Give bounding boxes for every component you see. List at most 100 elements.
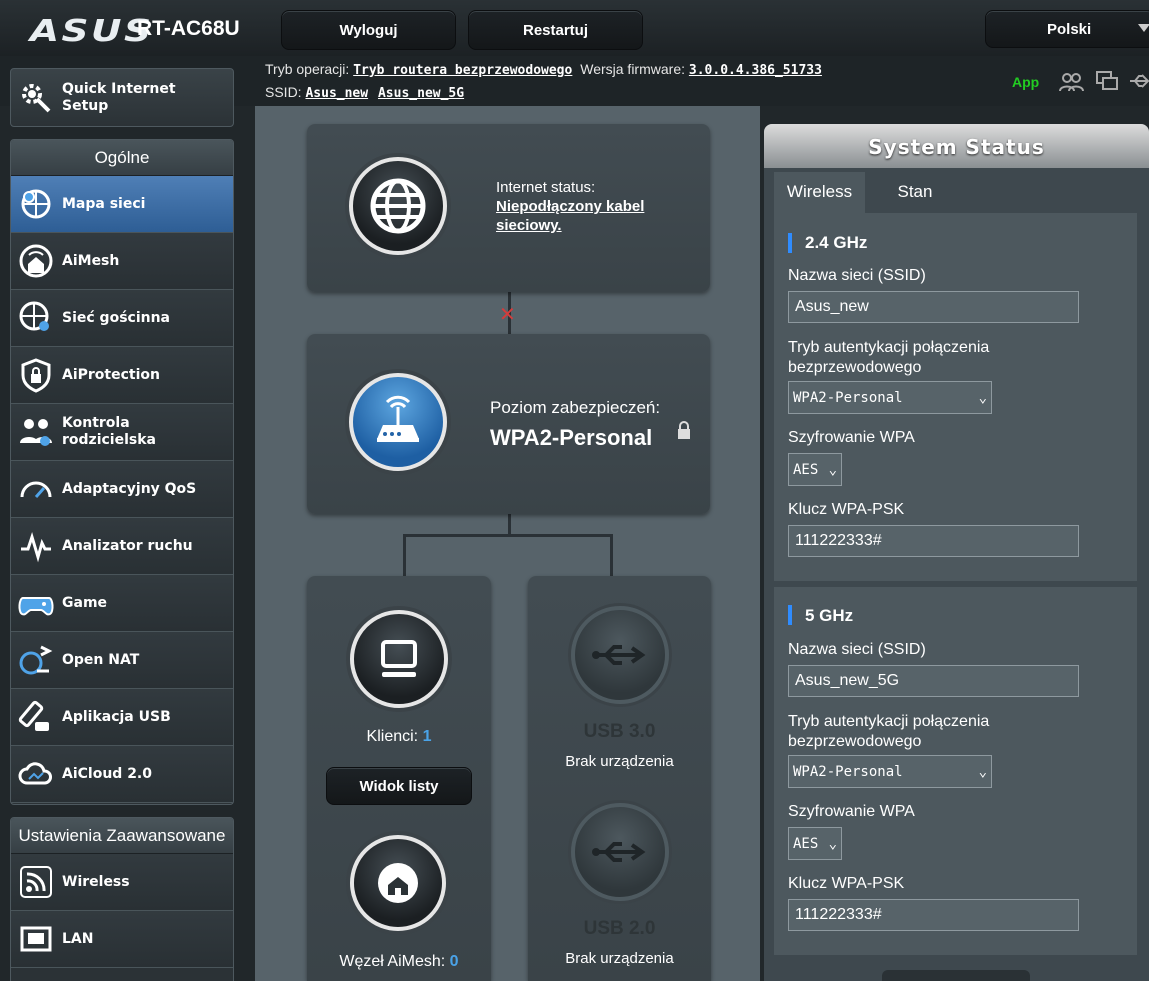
operation-mode-link[interactable]: Tryb routera bezprzewodowego xyxy=(353,63,572,78)
internet-card[interactable]: Internet status: Niepodłączony kabel sie… xyxy=(307,124,710,292)
usb2-status: Brak urządzenia xyxy=(565,950,674,967)
sidebar-item-label: AiCloud 2.0 xyxy=(62,765,152,782)
asus-logo: ASUS xyxy=(30,14,154,49)
firmware-label: Wersja firmware: xyxy=(580,61,685,77)
key-5-label: Klucz WPA-PSK xyxy=(788,875,905,892)
sidebar-item-analizator-ruchu[interactable]: Analizator ruchu xyxy=(11,518,233,575)
auth-24-value: WPA2-Personal xyxy=(793,389,903,406)
usb3-status: Brak urządzenia xyxy=(565,753,674,770)
globe-icon xyxy=(349,157,447,255)
key-5-field[interactable]: 111222333# xyxy=(788,899,1079,931)
firmware-version-link[interactable]: 3.0.0.4.386_51733 xyxy=(689,63,822,78)
auth-5-select[interactable]: WPA2-Personal ⌄ xyxy=(788,755,992,788)
ssid-5-label: Nazwa sieci (SSID) xyxy=(788,641,926,658)
usb3-icon[interactable] xyxy=(571,606,669,704)
chevron-down-icon: ⌄ xyxy=(978,763,987,780)
clients-count[interactable]: 1 xyxy=(423,728,432,745)
clients-card[interactable]: Klienci: 1 Widok listy Węzeł AiMesh: 0 xyxy=(307,576,491,981)
auth-5-value: WPA2-Personal xyxy=(793,763,903,780)
sidebar-item-aplikacja-usb[interactable]: Aplikacja USB xyxy=(11,689,233,746)
ssid-5-link[interactable]: Asus_new_5G xyxy=(378,86,464,101)
lan-icon xyxy=(17,920,55,958)
sidebar-item-label: Adaptacyjny QoS xyxy=(62,480,197,497)
security-level-label: Poziom zabezpieczeń: xyxy=(490,398,661,417)
sidebar-item-adaptacyjny-qos[interactable]: Adaptacyjny QoS xyxy=(11,461,233,518)
sidebar-item-mapa-sieci[interactable]: Mapa sieci xyxy=(11,176,233,233)
usb2-label: USB 2.0 xyxy=(583,918,656,939)
sidebar-item-lan[interactable]: LAN xyxy=(11,911,233,968)
clients-status-icon[interactable] xyxy=(1058,71,1084,93)
sidebar-item-game[interactable]: Game xyxy=(11,575,233,632)
sidebar-item-label: Analizator ruchu xyxy=(62,537,193,554)
sidebar-item-label: Aplikacja USB xyxy=(62,708,171,725)
language-select[interactable]: Polski xyxy=(985,10,1149,48)
band-5-heading: 5 GHz xyxy=(805,606,854,625)
sidebar-item-wireless[interactable]: Wireless xyxy=(11,854,233,911)
sidebar-item-aicloud-2-0[interactable]: AiCloud 2.0 xyxy=(11,746,233,803)
ssid-5-field[interactable]: Asus_new_5G xyxy=(788,665,1079,697)
open-nat-icon xyxy=(17,641,55,679)
key-24-field[interactable]: 111222333# xyxy=(788,525,1079,557)
sidebar-item-label: AiMesh xyxy=(62,252,120,269)
quick-setup-gear-icon xyxy=(22,83,51,112)
tab-stan[interactable]: Stan xyxy=(865,172,965,213)
system-status-title: System Status xyxy=(764,124,1149,168)
model-name: RT-AC68U xyxy=(137,17,240,40)
sidebar-item-aimesh[interactable]: AiMesh xyxy=(11,233,233,290)
restart-button[interactable]: Restartuj xyxy=(468,10,643,50)
gamepad-icon xyxy=(17,584,55,622)
router-card[interactable]: Poziom zabezpieczeń: WPA2-Personal xyxy=(307,334,710,514)
language-label: Polski xyxy=(1047,20,1092,38)
sidebar-item-siec-goscinna[interactable]: Sieć gościnna xyxy=(11,290,233,347)
advanced-menu: Ustawienia Zaawansowane Wireless LAN xyxy=(10,817,234,981)
internet-status-link[interactable]: Niepodłączony kabel sieciowy. xyxy=(496,197,686,235)
general-heading: Ogólne xyxy=(11,140,233,176)
sidebar-item-aiprotection[interactable]: AiProtection xyxy=(11,347,233,404)
enc-5-select[interactable]: AES ⌄ xyxy=(788,827,842,860)
mode-label: Tryb operacji: xyxy=(265,61,350,77)
enc-24-value: AES xyxy=(793,461,819,478)
chevron-down-icon: ⌄ xyxy=(978,389,987,406)
traffic-analyzer-icon xyxy=(17,527,55,565)
enc-24-label: Szyfrowanie WPA xyxy=(788,429,915,446)
sidebar-item-label: Open NAT xyxy=(62,651,140,668)
sidebar-item-label: Sieć gościnna xyxy=(62,309,171,326)
sidebar-item-kontrola-rodzicielska[interactable]: Kontrola rodzicielska xyxy=(11,404,233,461)
sidebar-item-label: LAN xyxy=(62,930,94,947)
logout-button[interactable]: Wyloguj xyxy=(281,10,456,50)
top-bar: ASUS RT-AC68U Wyloguj Restartuj Polski xyxy=(0,0,1149,56)
ssid-24-label: Nazwa sieci (SSID) xyxy=(788,267,926,284)
network-status-icon[interactable] xyxy=(1095,70,1119,92)
enc-5-label: Szyfrowanie WPA xyxy=(788,803,915,820)
key-24-label: Klucz WPA-PSK xyxy=(788,501,905,518)
usb3-label: USB 3.0 xyxy=(583,721,656,742)
sidebar-item-open-nat[interactable]: Open NAT xyxy=(11,632,233,689)
gauge-icon xyxy=(17,470,55,508)
usb-status-icon[interactable] xyxy=(1128,71,1149,91)
band-24-section: 2.4 GHz Nazwa sieci (SSID) Asus_new Tryb… xyxy=(774,213,1137,581)
enc-24-select[interactable]: AES ⌄ xyxy=(788,453,842,486)
tab-wireless[interactable]: Wireless xyxy=(774,172,865,213)
aimesh-node-label: Węzeł AiMesh: xyxy=(339,953,446,970)
clients-label: Klienci: xyxy=(366,728,419,745)
chevron-down-icon: ⌄ xyxy=(828,835,837,852)
usb2-icon[interactable] xyxy=(571,803,669,901)
enc-5-value: AES xyxy=(793,835,819,852)
quick-internet-setup-button[interactable]: Quick Internet Setup xyxy=(10,68,234,127)
app-link[interactable]: App xyxy=(1012,74,1039,90)
aimesh-node-count[interactable]: 0 xyxy=(450,953,459,970)
apply-button-edge[interactable] xyxy=(882,970,1030,981)
band-24-heading: 2.4 GHz xyxy=(805,233,868,252)
aimesh-node-icon xyxy=(350,835,446,931)
auth-24-select[interactable]: WPA2-Personal ⌄ xyxy=(788,381,992,414)
usb-card: USB 3.0 Brak urządzenia USB 2.0 Brak urz… xyxy=(528,576,711,981)
parental-control-icon xyxy=(17,413,55,451)
ssid-24-link[interactable]: Asus_new xyxy=(305,86,368,101)
ssid-24-field[interactable]: Asus_new xyxy=(788,291,1079,323)
sidebar-item-label: Kontrola rodzicielska xyxy=(62,415,156,448)
list-view-button[interactable]: Widok listy xyxy=(326,767,472,805)
shield-lock-icon xyxy=(17,356,55,394)
router-icon xyxy=(349,373,447,471)
computer-icon xyxy=(350,610,448,708)
chevron-down-icon xyxy=(1138,24,1149,32)
